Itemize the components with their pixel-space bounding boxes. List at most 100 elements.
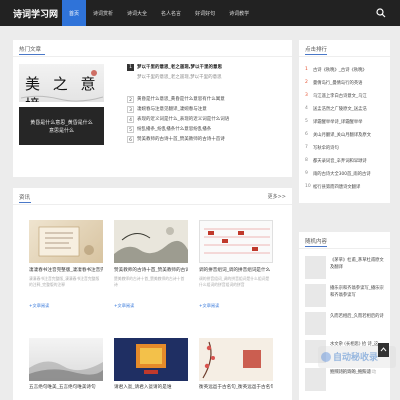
ranking-item-title[interactable]: 曼倩岛行_曼倩岛行的英语 — [313, 80, 387, 86]
news-tile-title[interactable]: 调的拼音组词_调的拼音组词是什么 — [199, 267, 273, 273]
click-ranking-panel: 点击排行 1 古诗《秋晚》_古诗《秋晚》 2 曼倩岛行_曼倩岛行的英语 3 乌江… — [299, 40, 390, 203]
read-article-link[interactable]: +文章阅读 — [114, 303, 134, 309]
rank-number: 8 — [305, 158, 308, 163]
rank-number: 4 — [305, 106, 308, 111]
ink-brush-decoration — [20, 70, 104, 102]
list-item[interactable]: 2 黄昏是什么意思_黄昏是什么意思有什么寓意 — [127, 95, 287, 104]
list-item[interactable]: 1 梦以千里的意思_老之遥现,梦以千里的意思 — [127, 63, 287, 72]
blossom-graphic — [202, 341, 261, 379]
random-item-thumbnail[interactable] — [305, 284, 326, 307]
read-article-link[interactable]: +文章阅读 — [199, 303, 219, 309]
ranking-item-title[interactable]: 松行县第而四唐诗文翻译 — [313, 184, 387, 190]
list-item-summary: 梦以千里的意思_老之遥现,梦以千里的意思 — [127, 73, 287, 82]
ranking-item[interactable]: 10 松行县第而四唐诗文翻译 — [305, 181, 387, 193]
news-tile-title[interactable]: 请君入瓮_请君入瓮请的是谁 — [114, 384, 188, 390]
ranking-item[interactable]: 3 乌江遥上李白古诗意文_乌江 — [305, 90, 387, 102]
rank-number: 1 — [127, 64, 134, 71]
news-tile-title[interactable]: 衡英远邑于古名句_衡英远邑于古名句 — [199, 384, 273, 390]
ranking-item-title[interactable]: 写秋伞的诗句 — [313, 145, 387, 151]
list-item[interactable]: 3 凄婉春与注意见翻译_凄婉春与注意 — [127, 105, 287, 114]
news-tile-image[interactable] — [29, 220, 103, 263]
rank-number: 3 — [127, 106, 134, 113]
featured-image-dusk[interactable]: 黄昏是什么意思_黄昏是什么 意思是什么 — [19, 107, 104, 145]
ranking-item[interactable]: 2 曼倩岛行_曼倩岛行的英语 — [305, 77, 387, 89]
back-to-top-button[interactable] — [378, 343, 389, 357]
list-item-title[interactable]: 凄婉春与注意见翻译_凄婉春与注意 — [137, 106, 287, 112]
nav-item-appreciation[interactable]: 诗词赏析 — [86, 0, 120, 26]
random-item[interactable]: 《茅草》杜甫_茅草杜甫原文及翻译 — [305, 256, 387, 284]
ranking-item-title[interactable]: 古诗《秋晚》_古诗《秋晚》 — [313, 67, 387, 73]
watermark-title: 自动秘收录 — [333, 353, 379, 363]
news-tile[interactable]: 凄凄春书注音完整版_凄凄春书注音完整 凄凄春书注音完整版_凄凄春书注音完整版的注… — [29, 220, 103, 312]
random-item[interactable]: 久而若相后_久而若相后的诗 — [305, 312, 387, 340]
ranking-item-title[interactable]: 都天录词音_辛弃词和早颂诗 — [313, 158, 387, 164]
news-tile[interactable]: 请君入瓮_请君入瓮请的是谁 — [114, 338, 188, 398]
read-article-link[interactable]: +文章阅读 — [29, 303, 49, 309]
news-tile-desc: 调的拼音组词_调的拼音组词是什么组词是什么组词的拼音组词的拼音 — [199, 276, 270, 287]
pinyin-chart-graphic — [204, 228, 270, 254]
hot-articles-panel: 热门文章 美 之 意 境 黄昏是什么意思_黄昏是什么 意思是什么 1 梦以千里的… — [13, 40, 292, 177]
ranking-item[interactable]: 5 译霜醒举举诗_译霜醒举举 — [305, 116, 387, 128]
ranking-item[interactable]: 4 送孟浩然之广陵原文_送孟浩 — [305, 103, 387, 115]
news-tile-image[interactable] — [199, 338, 273, 381]
list-item-title[interactable]: 黄昏是什么意思_黄昏是什么意思有什么寓意 — [137, 96, 287, 102]
featured-image-calligraphy[interactable]: 美 之 意 境 — [19, 64, 104, 102]
list-item-title[interactable]: 梦以千里的意思_老之遥现,梦以千里的意思 — [137, 64, 287, 70]
rank-number: 1 — [305, 67, 308, 72]
divider — [13, 204, 292, 205]
ranking-item[interactable]: 1 古诗《秋晚》_古诗《秋晚》 — [305, 64, 387, 76]
random-item-thumbnail[interactable] — [305, 312, 326, 335]
search-icon[interactable] — [376, 8, 386, 18]
random-item-title[interactable]: 久而若相后_久而若相后的诗 — [330, 313, 386, 334]
calligraphy-scroll-graphic — [38, 226, 94, 257]
news-tile[interactable]: 赞美教师的古诗十首_赞美教师的古诗十首 赞美教师的古诗十首_赞美教师的古诗十首诗… — [114, 220, 188, 312]
misty-mountain-graphic — [29, 361, 103, 381]
news-tile-image[interactable] — [114, 220, 188, 263]
click-ranking-heading: 点击排行 — [305, 47, 328, 53]
list-item[interactable]: 5 纷乱播条_纷乱播条什么意思纷乱播条 — [127, 125, 287, 134]
list-item[interactable]: 4 表现的近义词是什么_表现的近义词是什么词语 — [127, 115, 287, 124]
ranking-item-title[interactable]: 送孟浩然之广陵原文_送孟浩 — [313, 106, 387, 112]
heading-underline — [19, 202, 31, 203]
nav-item-poems[interactable]: 诗词大全 — [120, 0, 154, 26]
rank-number: 2 — [305, 80, 308, 85]
news-tile-image[interactable] — [199, 220, 273, 263]
news-tile-title[interactable]: 凄凄春书注音完整版_凄凄春书注音完整 — [29, 267, 103, 273]
news-tile[interactable]: 调的拼音组词_调的拼音组词是什么 调的拼音组词_调的拼音组词是什么组词是什么组词… — [199, 220, 273, 312]
random-item-thumbnail[interactable] — [305, 256, 326, 279]
nav-item-phrases[interactable]: 好词好句 — [188, 0, 222, 26]
nav-item-quotes[interactable]: 名人名言 — [154, 0, 188, 26]
list-item-title[interactable]: 纷乱播条_纷乱播条什么意思纷乱播条 — [137, 126, 287, 132]
news-tile-title[interactable]: 五言绝句唯美_五言绝句唯美诗句 — [29, 384, 103, 390]
ranking-item[interactable]: 7 写秋伞的诗句 — [305, 142, 387, 154]
news-tile-title[interactable]: 赞美教师的古诗十首_赞美教师的古诗十首 — [114, 267, 188, 273]
rank-number: 9 — [305, 171, 308, 176]
top-navbar: 诗词学习网 首页 诗词赏析 诗词大全 名人名言 好词好句 诗词教学 — [0, 0, 400, 26]
news-tile-image[interactable] — [114, 338, 188, 381]
heading-underline — [305, 246, 327, 247]
news-tile[interactable]: 衡英远邑于古名句_衡英远邑于古名句 — [199, 338, 273, 398]
random-item-title[interactable]: 《茅草》杜甫_茅草杜甫原文及翻译 — [330, 257, 386, 278]
random-item[interactable]: 播乐宗和齐翁参读写_播乐宗和齐翁参读写 — [305, 284, 387, 312]
rank-number: 5 — [127, 126, 134, 133]
divider — [299, 248, 390, 249]
site-logo[interactable]: 诗词学习网 — [13, 7, 58, 20]
list-item-title[interactable]: 赞美教师的古诗十首_赞美教师的古诗十首诗 — [137, 136, 287, 142]
news-tile-image[interactable] — [29, 338, 103, 381]
ranking-item[interactable]: 8 都天录词音_辛弃词和早颂诗 — [305, 155, 387, 167]
ranking-item-title[interactable]: 关山月翻译_关山月翻译及原文 — [313, 132, 387, 138]
random-item-title[interactable]: 播乐宗和齐翁参读写_播乐宗和齐翁参读写 — [330, 285, 386, 306]
list-item-title[interactable]: 表现的近义词是什么_表现的近义词是什么词语 — [137, 116, 287, 122]
nav-item-teaching[interactable]: 诗词教学 — [222, 0, 256, 26]
ranking-item-title[interactable]: 译霜醒举举诗_译霜醒举举 — [313, 119, 387, 125]
news-tile[interactable]: 五言绝句唯美_五言绝句唯美诗句 — [29, 338, 103, 398]
more-link[interactable]: 更多>> — [268, 193, 286, 200]
rank-number: 6 — [127, 136, 134, 143]
ranking-item[interactable]: 9 雨的古诗大全300首_雨的古诗 — [305, 168, 387, 180]
list-item[interactable]: 6 赞美教师的古诗十首_赞美教师的古诗十首诗 — [127, 135, 287, 144]
news-heading: 资讯 — [19, 195, 31, 201]
ranking-item[interactable]: 6 关山月翻译_关山月翻译及原文 — [305, 129, 387, 141]
ranking-item-title[interactable]: 雨的古诗大全300首_雨的古诗 — [313, 171, 387, 177]
nav-item-home[interactable]: 首页 — [62, 0, 87, 26]
ranking-item-title[interactable]: 乌江遥上李白古诗意文_乌江 — [313, 93, 387, 99]
